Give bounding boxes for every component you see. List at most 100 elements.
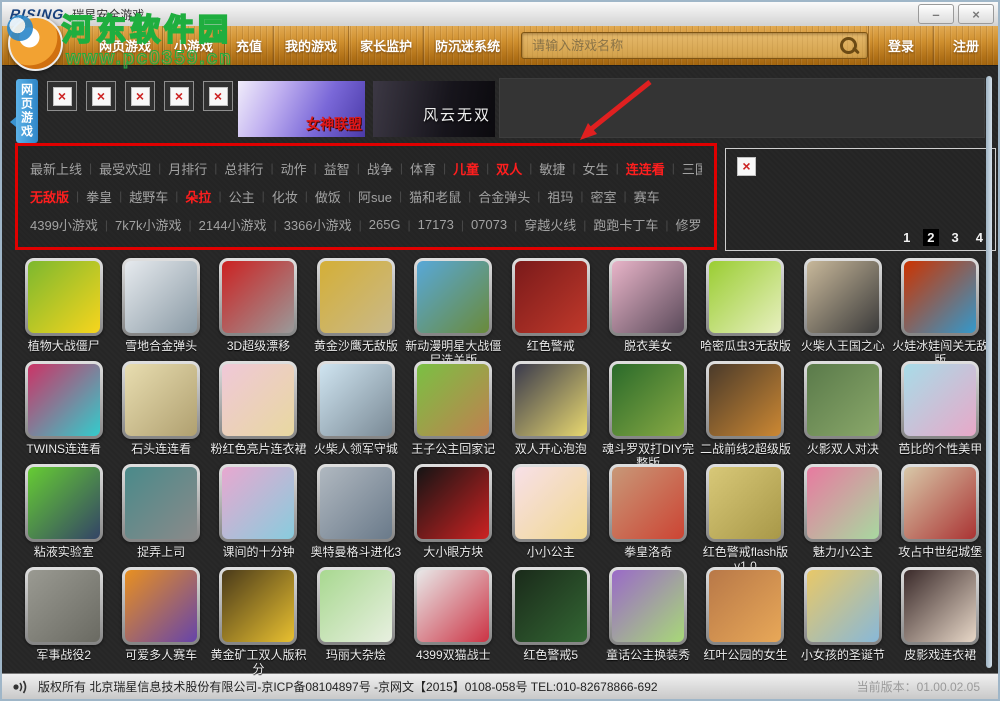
game-thumbnail[interactable]	[511, 258, 590, 336]
game-thumbnail[interactable]	[122, 567, 201, 645]
category-link[interactable]: 总排行	[224, 159, 263, 178]
game-thumbnail[interactable]	[706, 258, 785, 336]
category-link[interactable]: 07073	[471, 217, 507, 232]
game-thumbnail[interactable]	[803, 464, 882, 542]
game-item[interactable]: 植物大战僵尸	[15, 258, 112, 361]
category-link[interactable]: 穿越火线	[524, 215, 576, 234]
category-link[interactable]: 敏捷	[539, 159, 565, 178]
game-item[interactable]: 王子公主回家记	[405, 361, 502, 464]
game-item[interactable]: 哈密瓜虫3无敌版	[697, 258, 794, 361]
game-thumbnail[interactable]	[24, 361, 103, 439]
category-link[interactable]: 265G	[369, 217, 401, 232]
category-link[interactable]: 化妆	[272, 187, 298, 206]
game-item[interactable]: 军事战役2	[15, 567, 112, 670]
game-item[interactable]: 双人开心泡泡	[502, 361, 599, 464]
game-thumbnail[interactable]	[24, 464, 103, 542]
game-item[interactable]: TWINS连连看	[15, 361, 112, 464]
category-link[interactable]: 4399小游戏	[30, 215, 98, 234]
game-thumbnail[interactable]	[803, 567, 882, 645]
game-item[interactable]: 火柴人领军守城	[307, 361, 404, 464]
category-link[interactable]: 3366小游戏	[284, 215, 352, 234]
game-item[interactable]: 魂斗罗双打DIY完整版	[599, 361, 696, 470]
game-item[interactable]: 课间的十分钟	[210, 464, 307, 567]
banner-slot[interactable]: ×	[164, 81, 194, 111]
game-item[interactable]: 黄金沙鹰无敌版	[307, 258, 404, 361]
game-item[interactable]: 火影双人对决	[794, 361, 891, 464]
category-link[interactable]: 无敌版	[30, 187, 69, 206]
game-thumbnail[interactable]	[219, 567, 298, 645]
category-link[interactable]: 2144小游戏	[199, 215, 267, 234]
game-thumbnail[interactable]	[803, 258, 882, 336]
game-thumbnail[interactable]	[316, 361, 395, 439]
game-thumbnail[interactable]	[219, 361, 298, 439]
close-button[interactable]: ×	[958, 4, 994, 24]
game-item[interactable]: 二战前线2超级版	[697, 361, 794, 464]
banner-slot[interactable]: ×	[203, 81, 233, 111]
game-item[interactable]: 红叶公园的女生	[697, 567, 794, 670]
game-item[interactable]: 火娃冰娃闯关无敌版	[892, 258, 989, 367]
nav-item-4[interactable]: 家长监护	[348, 26, 423, 65]
game-item[interactable]: 魅力小公主	[794, 464, 891, 567]
game-item[interactable]: 4399双猫战士	[405, 567, 502, 670]
search-icon[interactable]	[837, 35, 863, 57]
category-link[interactable]: 猫和老鼠	[409, 187, 461, 206]
game-item[interactable]: 童话公主换装秀	[599, 567, 696, 670]
game-thumbnail[interactable]	[511, 361, 590, 439]
game-item[interactable]: 石头连连看	[112, 361, 209, 464]
game-item[interactable]: 拳皇洛奇	[599, 464, 696, 567]
game-thumbnail[interactable]	[609, 464, 688, 542]
game-item[interactable]: 3D超级漂移	[210, 258, 307, 361]
game-thumbnail[interactable]	[316, 567, 395, 645]
game-thumbnail[interactable]	[706, 361, 785, 439]
category-link[interactable]: 最新上线	[30, 159, 82, 178]
game-item[interactable]: 大小眼方块	[405, 464, 502, 567]
category-link[interactable]: 阿sue	[358, 187, 392, 206]
category-link[interactable]: 连连看	[626, 159, 665, 178]
game-thumbnail[interactable]	[414, 567, 493, 645]
game-thumbnail[interactable]	[803, 361, 882, 439]
game-thumbnail[interactable]	[122, 464, 201, 542]
game-thumbnail[interactable]	[414, 464, 493, 542]
game-item[interactable]: 可爱多人赛车	[112, 567, 209, 670]
game-thumbnail[interactable]	[414, 361, 493, 439]
banner-fengyun-wushuang[interactable]: 风云无双	[373, 81, 495, 137]
game-item[interactable]: 粉红色亮片连衣裙	[210, 361, 307, 464]
banner-slot[interactable]: ×	[86, 81, 116, 111]
category-link[interactable]: 17173	[418, 217, 454, 232]
game-item[interactable]: 小女孩的圣诞节	[794, 567, 891, 670]
game-thumbnail[interactable]	[706, 464, 785, 542]
sidebar-tab-webgames[interactable]: 网页游戏	[16, 79, 38, 143]
nav-item-2[interactable]: 充值	[224, 26, 273, 65]
game-thumbnail[interactable]	[24, 258, 103, 336]
category-link[interactable]: 双人	[496, 159, 522, 178]
game-item[interactable]: 攻占中世纪城堡	[892, 464, 989, 567]
banner-nvshen-lianmeng[interactable]: 女神联盟	[238, 81, 365, 137]
game-thumbnail[interactable]	[24, 567, 103, 645]
category-link[interactable]: 朵拉	[185, 187, 211, 206]
category-link[interactable]: 最受欢迎	[99, 159, 151, 178]
nav-item-3[interactable]: 我的游戏	[273, 26, 348, 65]
game-item[interactable]: 粘液实验室	[15, 464, 112, 567]
game-item[interactable]: 新动漫明星大战僵尸选关版	[405, 258, 502, 367]
pagination-page-1[interactable]: 1	[899, 229, 914, 246]
category-link[interactable]: 战争	[367, 159, 393, 178]
game-thumbnail[interactable]	[609, 361, 688, 439]
game-item[interactable]: 雪地合金弹头	[112, 258, 209, 361]
game-item[interactable]: 皮影戏连衣裙	[892, 567, 989, 670]
game-item[interactable]: 小小公主	[502, 464, 599, 567]
game-item[interactable]: 黄金矿工双人版积分	[210, 567, 307, 676]
game-thumbnail[interactable]	[219, 258, 298, 336]
game-thumbnail[interactable]	[316, 464, 395, 542]
category-link[interactable]: 做饭	[315, 187, 341, 206]
game-thumbnail[interactable]	[609, 567, 688, 645]
game-item[interactable]: 芭比的个性美甲	[892, 361, 989, 464]
game-thumbnail[interactable]	[901, 464, 980, 542]
category-link[interactable]: 密室	[591, 187, 617, 206]
category-link[interactable]: 三国	[682, 159, 702, 178]
category-link[interactable]: 跑跑卡丁车	[593, 215, 658, 234]
game-item[interactable]: 红色警戒5	[502, 567, 599, 670]
search-input[interactable]	[522, 33, 837, 58]
game-thumbnail[interactable]	[511, 464, 590, 542]
category-link[interactable]: 7k7k小游戏	[115, 215, 181, 234]
minimize-button[interactable]: –	[918, 4, 954, 24]
